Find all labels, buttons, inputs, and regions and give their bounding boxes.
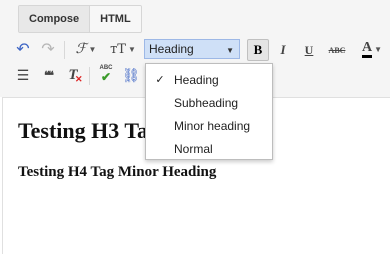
heading-select-value: Heading bbox=[149, 42, 194, 56]
compose-mode-button[interactable]: Compose bbox=[19, 6, 90, 32]
menu-item-heading[interactable]: ✓ Heading bbox=[146, 68, 272, 91]
clear-formatting-button[interactable]: T ✕ bbox=[64, 66, 83, 85]
heading-h4-text: Testing H4 Tag Minor Heading bbox=[18, 164, 217, 180]
menu-item-subheading[interactable]: Subheading bbox=[146, 91, 272, 114]
chevron-down-icon: ▼ bbox=[226, 46, 234, 55]
link-icon[interactable]: ⛓ bbox=[122, 66, 140, 84]
strikethrough-button[interactable]: ABC bbox=[325, 40, 349, 60]
font-icon: ℱ bbox=[75, 41, 87, 57]
heading-format-select[interactable]: Heading ▼ bbox=[144, 39, 240, 59]
menu-item-label: Heading bbox=[174, 72, 219, 87]
bullet-list-icon[interactable]: ☰ bbox=[14, 66, 32, 84]
html-mode-button[interactable]: HTML bbox=[89, 6, 141, 32]
undo-icon[interactable]: ↶ bbox=[14, 40, 32, 58]
separator bbox=[64, 41, 65, 59]
redo-icon[interactable]: ↷ bbox=[39, 40, 57, 58]
quote-icon[interactable]: ❝❝ bbox=[39, 66, 57, 84]
menu-item-label: Subheading bbox=[174, 95, 239, 110]
menu-item-minor-heading[interactable]: Minor heading bbox=[146, 114, 272, 137]
font-size-icon: тT bbox=[110, 41, 126, 57]
bold-button[interactable]: B bbox=[247, 39, 269, 61]
separator bbox=[89, 67, 90, 85]
menu-item-normal[interactable]: Normal bbox=[146, 137, 272, 160]
mode-switch: Compose HTML bbox=[18, 5, 142, 33]
checkmark-icon: ✔ bbox=[100, 70, 112, 84]
chevron-down-icon: ▼ bbox=[88, 44, 97, 54]
menu-item-label: Normal bbox=[174, 141, 213, 156]
chevron-down-icon: ▼ bbox=[374, 44, 383, 54]
font-family-button[interactable]: ℱ ▼ bbox=[71, 40, 101, 58]
text-color-icon: A bbox=[361, 40, 373, 58]
text-color-button[interactable]: A ▼ bbox=[358, 38, 386, 60]
heading-dropdown-menu: ✓ Heading Subheading Minor heading Norma… bbox=[145, 63, 273, 160]
menu-item-label: Minor heading bbox=[174, 118, 251, 133]
checkmark-icon: ✓ bbox=[155, 74, 165, 86]
red-x-icon: ✕ bbox=[75, 74, 83, 84]
font-size-button[interactable]: тT ▼ bbox=[108, 40, 138, 58]
italic-button[interactable]: I bbox=[274, 40, 292, 60]
spell-check-button[interactable]: ABC ✔ bbox=[96, 64, 116, 84]
underline-button[interactable]: U bbox=[300, 40, 318, 60]
chevron-down-icon: ▼ bbox=[127, 44, 136, 54]
